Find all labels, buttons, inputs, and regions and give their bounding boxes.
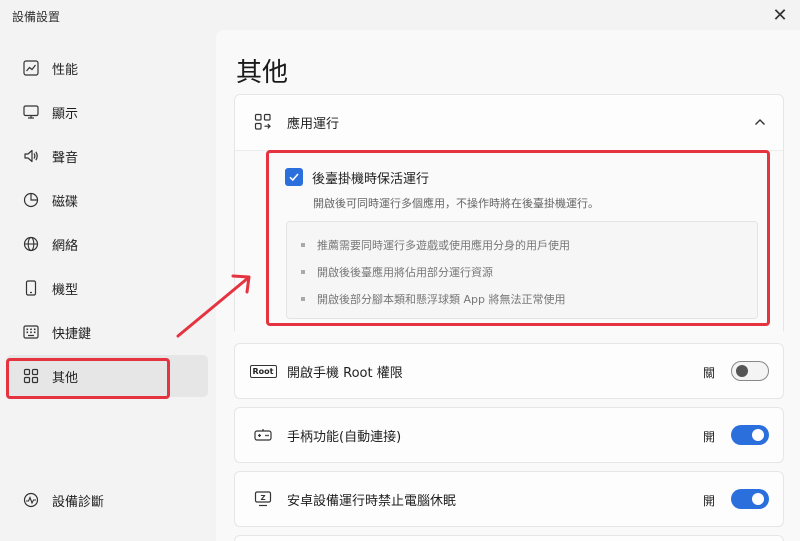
bullet-dot xyxy=(301,243,305,247)
toggle-knob xyxy=(752,493,764,505)
prevent-sleep-card: Z 安卓設備運行時禁止電腦休眠 開 xyxy=(234,471,784,527)
root-icon-text: Root xyxy=(249,364,277,378)
toggle-state-label: 開 xyxy=(702,430,715,444)
gamepad-icon xyxy=(253,425,273,445)
close-button[interactable]: ✕ xyxy=(766,2,794,28)
toggle-knob xyxy=(736,365,748,377)
sidebar-item-label: 聲音 xyxy=(52,150,79,166)
speaker-icon xyxy=(22,147,40,165)
list-item: 開啟後部分腳本類和懸浮球類 App 將無法正常使用 xyxy=(301,291,565,307)
prevent-sleep-toggle[interactable] xyxy=(731,489,769,509)
keep-alive-checkbox[interactable] xyxy=(285,168,303,186)
sidebar-item-label: 性能 xyxy=(52,62,79,78)
sidebar-item-label: 網絡 xyxy=(52,238,79,254)
checkmark-icon xyxy=(289,173,299,182)
root-permission-label: 開啟手機 Root 權限 xyxy=(287,365,403,381)
sidebar-item-label: 快捷鍵 xyxy=(52,326,92,342)
diagnosis-icon xyxy=(22,491,40,509)
root-permission-toggle[interactable] xyxy=(731,361,769,381)
monitor-icon xyxy=(22,103,40,121)
sidebar-item-label: 顯示 xyxy=(52,106,79,122)
sidebar-item-label: 其他 xyxy=(52,370,79,386)
sidebar-item-performance[interactable]: 性能 xyxy=(6,47,208,89)
bullet-dot xyxy=(301,270,305,274)
notes-box: 推薦需要同時運行多遊戲或使用應用分身的用戶使用 開啟後後臺應用將佔用部分運行資源… xyxy=(286,221,758,319)
active-indicator xyxy=(6,369,9,385)
gamepad-card: 手柄功能(自動連接) 開 xyxy=(234,407,784,463)
next-card-partial xyxy=(234,535,784,541)
keep-alive-label: 後臺掛機時保活運行 xyxy=(312,172,430,187)
gamepad-label: 手柄功能(自動連接) xyxy=(287,429,402,445)
keep-alive-description: 開啟後可同時運行多個應用，不操作時將在後臺掛機運行。 xyxy=(313,197,599,210)
sleep-monitor-icon: Z xyxy=(253,489,273,509)
app-running-card: 應用運行 後臺掛機時保活運行 開啟後可同時運行多個應用，不操作時將在後臺掛機運行… xyxy=(234,94,784,335)
gamepad-toggle[interactable] xyxy=(731,425,769,445)
bullet-text: 開啟後後臺應用將佔用部分運行資源 xyxy=(317,266,493,279)
apps-grid-icon xyxy=(253,112,273,132)
title-bar: 設備設置 ✕ xyxy=(0,0,800,30)
bullet-text: 開啟後部分腳本類和懸浮球類 App 將無法正常使用 xyxy=(317,293,566,306)
sleep-icon-text: Z xyxy=(260,494,265,502)
sidebar: 性能 顯示 聲音 磁碟 網絡 機型 快捷鍵 其他 設備診斷 xyxy=(0,30,216,541)
sidebar-item-label: 磁碟 xyxy=(52,194,79,210)
sidebar-item-sound[interactable]: 聲音 xyxy=(6,135,208,177)
root-icon: Root xyxy=(249,361,277,381)
sidebar-item-model[interactable]: 機型 xyxy=(6,267,208,309)
list-item: 開啟後後臺應用將佔用部分運行資源 xyxy=(301,264,493,280)
sidebar-item-shortcuts[interactable]: 快捷鍵 xyxy=(6,311,208,353)
sidebar-item-disk[interactable]: 磁碟 xyxy=(6,179,208,221)
toggle-knob xyxy=(752,429,764,441)
root-permission-card: Root 開啟手機 Root 權限 關 xyxy=(234,343,784,399)
window-title: 設備設置 xyxy=(12,10,61,24)
sidebar-item-label: 設備診斷 xyxy=(52,494,105,510)
globe-icon xyxy=(22,235,40,253)
sidebar-item-other[interactable]: 其他 xyxy=(6,355,208,397)
app-running-header[interactable]: 應用運行 xyxy=(235,95,783,149)
bullet-text: 推薦需要同時運行多遊戲或使用應用分身的用戶使用 xyxy=(317,239,570,252)
toggle-state-label: 開 xyxy=(702,494,715,508)
performance-chart-icon xyxy=(22,59,40,77)
main-content: 其他 應用運行 後臺掛機時保活運行 開啟後可同時運行多個應用，不操作時將在後臺掛… xyxy=(216,30,800,541)
phone-icon xyxy=(22,279,40,297)
list-item: 推薦需要同時運行多遊戲或使用應用分身的用戶使用 xyxy=(301,237,570,253)
page-title: 其他 xyxy=(236,58,289,88)
chevron-up-icon[interactable] xyxy=(751,113,769,131)
sidebar-item-display[interactable]: 顯示 xyxy=(6,91,208,133)
grid-icon xyxy=(22,367,40,385)
app-running-label: 應用運行 xyxy=(287,116,340,132)
disk-pie-icon xyxy=(22,191,40,209)
sidebar-item-network[interactable]: 網絡 xyxy=(6,223,208,265)
app-running-details: 後臺掛機時保活運行 開啟後可同時運行多個應用，不操作時將在後臺掛機運行。 推薦需… xyxy=(235,150,783,335)
prevent-sleep-label: 安卓設備運行時禁止電腦休眠 xyxy=(287,493,457,509)
bullet-dot xyxy=(301,297,305,301)
sidebar-item-diagnosis[interactable]: 設備診斷 xyxy=(6,479,208,521)
toggle-state-label: 關 xyxy=(702,366,715,380)
keyboard-icon xyxy=(22,323,40,341)
close-icon: ✕ xyxy=(772,4,788,26)
sidebar-item-label: 機型 xyxy=(52,282,79,298)
